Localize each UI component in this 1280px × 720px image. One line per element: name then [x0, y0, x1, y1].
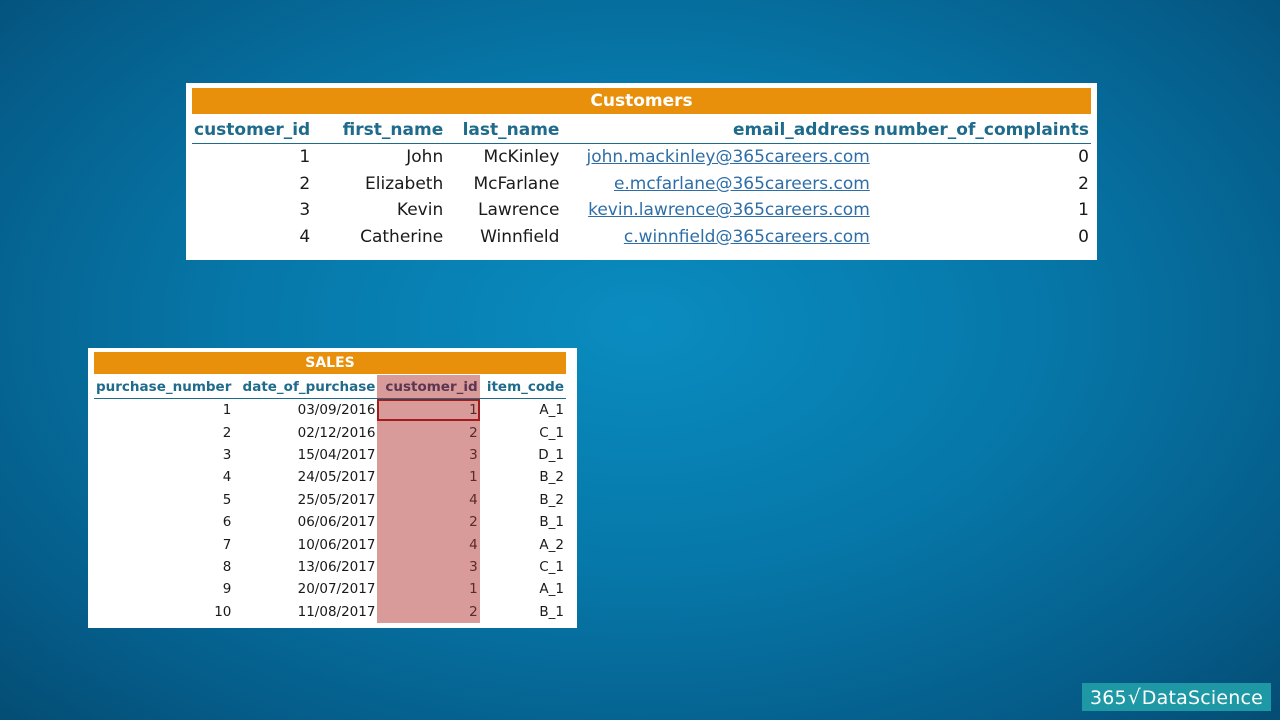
cell-purchase-number[interactable]: 10	[94, 601, 233, 623]
cell-first-name[interactable]: Kevin	[312, 197, 445, 224]
cell-customer-id[interactable]: 2	[192, 171, 312, 198]
customers-table: customer_id first_name last_name email_a…	[192, 116, 1091, 250]
brand-logo: 365√DataScience	[1082, 683, 1271, 711]
column-header-customer-id[interactable]: customer_id	[192, 116, 313, 144]
cell-complaints[interactable]: 1	[872, 197, 1091, 224]
cell-purchase-number[interactable]: 7	[94, 533, 233, 555]
cell-purchase-number[interactable]: 8	[94, 556, 233, 578]
table-row: 7 10/06/2017 4 A_2	[94, 533, 566, 556]
table-row: 10 11/08/2017 2 B_1	[94, 600, 566, 623]
cell-first-name[interactable]: Catherine	[312, 224, 445, 251]
email-link[interactable]: john.mackinley@365careers.com	[586, 147, 869, 167]
cell-date-of-purchase[interactable]: 20/07/2017	[233, 578, 377, 600]
table-row: 4 24/05/2017 1 B_2	[94, 466, 566, 489]
logo-suffix: DataScience	[1141, 687, 1264, 709]
cell-item-code[interactable]: C_1	[480, 421, 566, 443]
cell-last-name[interactable]: McFarlane	[445, 171, 561, 198]
cell-item-code[interactable]: B_1	[480, 511, 566, 533]
cell-customer-id[interactable]: 3	[377, 555, 480, 579]
cell-last-name[interactable]: McKinley	[445, 144, 561, 171]
cell-date-of-purchase[interactable]: 13/06/2017	[233, 556, 377, 578]
cell-email[interactable]: john.mackinley@365careers.com	[561, 144, 871, 171]
column-header-last-name[interactable]: last_name	[445, 116, 562, 144]
cell-item-code[interactable]: A_2	[480, 533, 566, 555]
cell-item-code[interactable]: B_2	[480, 466, 566, 488]
table-row: 8 13/06/2017 3 C_1	[94, 555, 566, 579]
cell-last-name[interactable]: Lawrence	[445, 197, 561, 224]
column-header-item-code[interactable]: item_code	[479, 375, 566, 399]
cell-customer-id[interactable]: 1	[192, 144, 312, 171]
cell-customer-id-selected[interactable]: 1	[377, 398, 480, 422]
cell-email[interactable]: c.winnfield@365careers.com	[561, 224, 871, 251]
cell-first-name[interactable]: John	[312, 144, 445, 171]
cell-item-code[interactable]: A_1	[480, 578, 566, 600]
cell-item-code[interactable]: C_1	[480, 556, 566, 578]
sales-title: SALES	[94, 352, 566, 374]
table-row: 1 John McKinley john.mackinley@365career…	[192, 144, 1091, 171]
cell-item-code[interactable]: A_1	[480, 399, 566, 422]
column-header-purchase-number[interactable]: purchase_number	[94, 375, 234, 399]
cell-email[interactable]: kevin.lawrence@365careers.com	[561, 197, 871, 224]
cell-complaints[interactable]: 2	[872, 171, 1091, 198]
check-icon: √	[1127, 685, 1141, 709]
email-link[interactable]: e.mcfarlane@365careers.com	[614, 174, 870, 194]
table-row: 3 15/04/2017 3 D_1	[94, 443, 566, 467]
cell-item-code[interactable]: D_1	[480, 444, 566, 466]
table-row: 3 Kevin Lawrence kevin.lawrence@365caree…	[192, 197, 1091, 224]
cell-customer-id[interactable]: 4	[192, 224, 312, 251]
cell-date-of-purchase[interactable]: 24/05/2017	[233, 466, 377, 488]
sales-table: purchase_number date_of_purchase custome…	[94, 375, 566, 623]
table-row: 1 03/09/2016 1 A_1	[94, 398, 566, 422]
sales-table-panel: SALES purchase_number date_of_purchase c…	[88, 348, 577, 628]
cell-customer-id[interactable]: 1	[377, 466, 480, 489]
cell-date-of-purchase[interactable]: 15/04/2017	[233, 444, 377, 466]
table-row: 2 Elizabeth McFarlane e.mcfarlane@365car…	[192, 171, 1091, 198]
table-row: 4 Catherine Winnfield c.winnfield@365car…	[192, 224, 1091, 251]
cell-date-of-purchase[interactable]: 03/09/2016	[233, 399, 377, 422]
column-header-first-name[interactable]: first_name	[312, 116, 446, 144]
table-row: 9 20/07/2017 1 A_1	[94, 578, 566, 601]
cell-complaints[interactable]: 0	[872, 224, 1091, 251]
cell-date-of-purchase[interactable]: 10/06/2017	[233, 533, 377, 555]
cell-last-name[interactable]: Winnfield	[445, 224, 561, 251]
cell-item-code[interactable]: B_2	[480, 489, 566, 511]
cell-customer-id[interactable]: 4	[377, 488, 480, 511]
logo-prefix: 365	[1089, 687, 1127, 709]
customers-header-row: customer_id first_name last_name email_a…	[192, 116, 1091, 144]
column-header-date-of-purchase[interactable]: date_of_purchase	[233, 375, 378, 399]
customers-title: Customers	[192, 88, 1091, 114]
email-link[interactable]: kevin.lawrence@365careers.com	[588, 200, 870, 220]
cell-email[interactable]: e.mcfarlane@365careers.com	[561, 171, 871, 198]
table-row: 6 06/06/2017 2 B_1	[94, 510, 566, 534]
cell-customer-id[interactable]: 2	[377, 421, 480, 444]
cell-date-of-purchase[interactable]: 02/12/2016	[233, 421, 377, 443]
cell-purchase-number[interactable]: 4	[94, 466, 233, 488]
sales-header-row: purchase_number date_of_purchase custome…	[94, 375, 566, 399]
cell-purchase-number[interactable]: 1	[94, 399, 233, 422]
column-header-email-address[interactable]: email_address	[561, 116, 872, 144]
cell-date-of-purchase[interactable]: 25/05/2017	[233, 489, 377, 511]
cell-purchase-number[interactable]: 6	[94, 511, 233, 533]
cell-purchase-number[interactable]: 5	[94, 489, 233, 511]
cell-complaints[interactable]: 0	[872, 144, 1091, 171]
customers-table-panel: Customers customer_id first_name last_na…	[186, 83, 1097, 260]
cell-customer-id[interactable]: 2	[377, 600, 480, 623]
cell-first-name[interactable]: Elizabeth	[312, 171, 445, 198]
table-row: 2 02/12/2016 2 C_1	[94, 421, 566, 444]
cell-date-of-purchase[interactable]: 06/06/2017	[233, 511, 377, 533]
cell-item-code[interactable]: B_1	[480, 601, 566, 623]
table-row: 5 25/05/2017 4 B_2	[94, 488, 566, 511]
cell-customer-id[interactable]: 4	[377, 533, 480, 556]
cell-customer-id[interactable]: 1	[377, 578, 480, 601]
cell-customer-id[interactable]: 2	[377, 510, 480, 534]
cell-date-of-purchase[interactable]: 11/08/2017	[233, 601, 377, 623]
cell-purchase-number[interactable]: 9	[94, 578, 233, 600]
cell-purchase-number[interactable]: 3	[94, 444, 233, 466]
cell-customer-id[interactable]: 3	[192, 197, 312, 224]
column-header-customer-id[interactable]: customer_id	[377, 375, 480, 399]
email-link[interactable]: c.winnfield@365careers.com	[624, 227, 870, 247]
cell-purchase-number[interactable]: 2	[94, 421, 233, 443]
cell-customer-id[interactable]: 3	[377, 443, 480, 467]
column-header-number-of-complaints[interactable]: number_of_complaints	[871, 116, 1091, 144]
